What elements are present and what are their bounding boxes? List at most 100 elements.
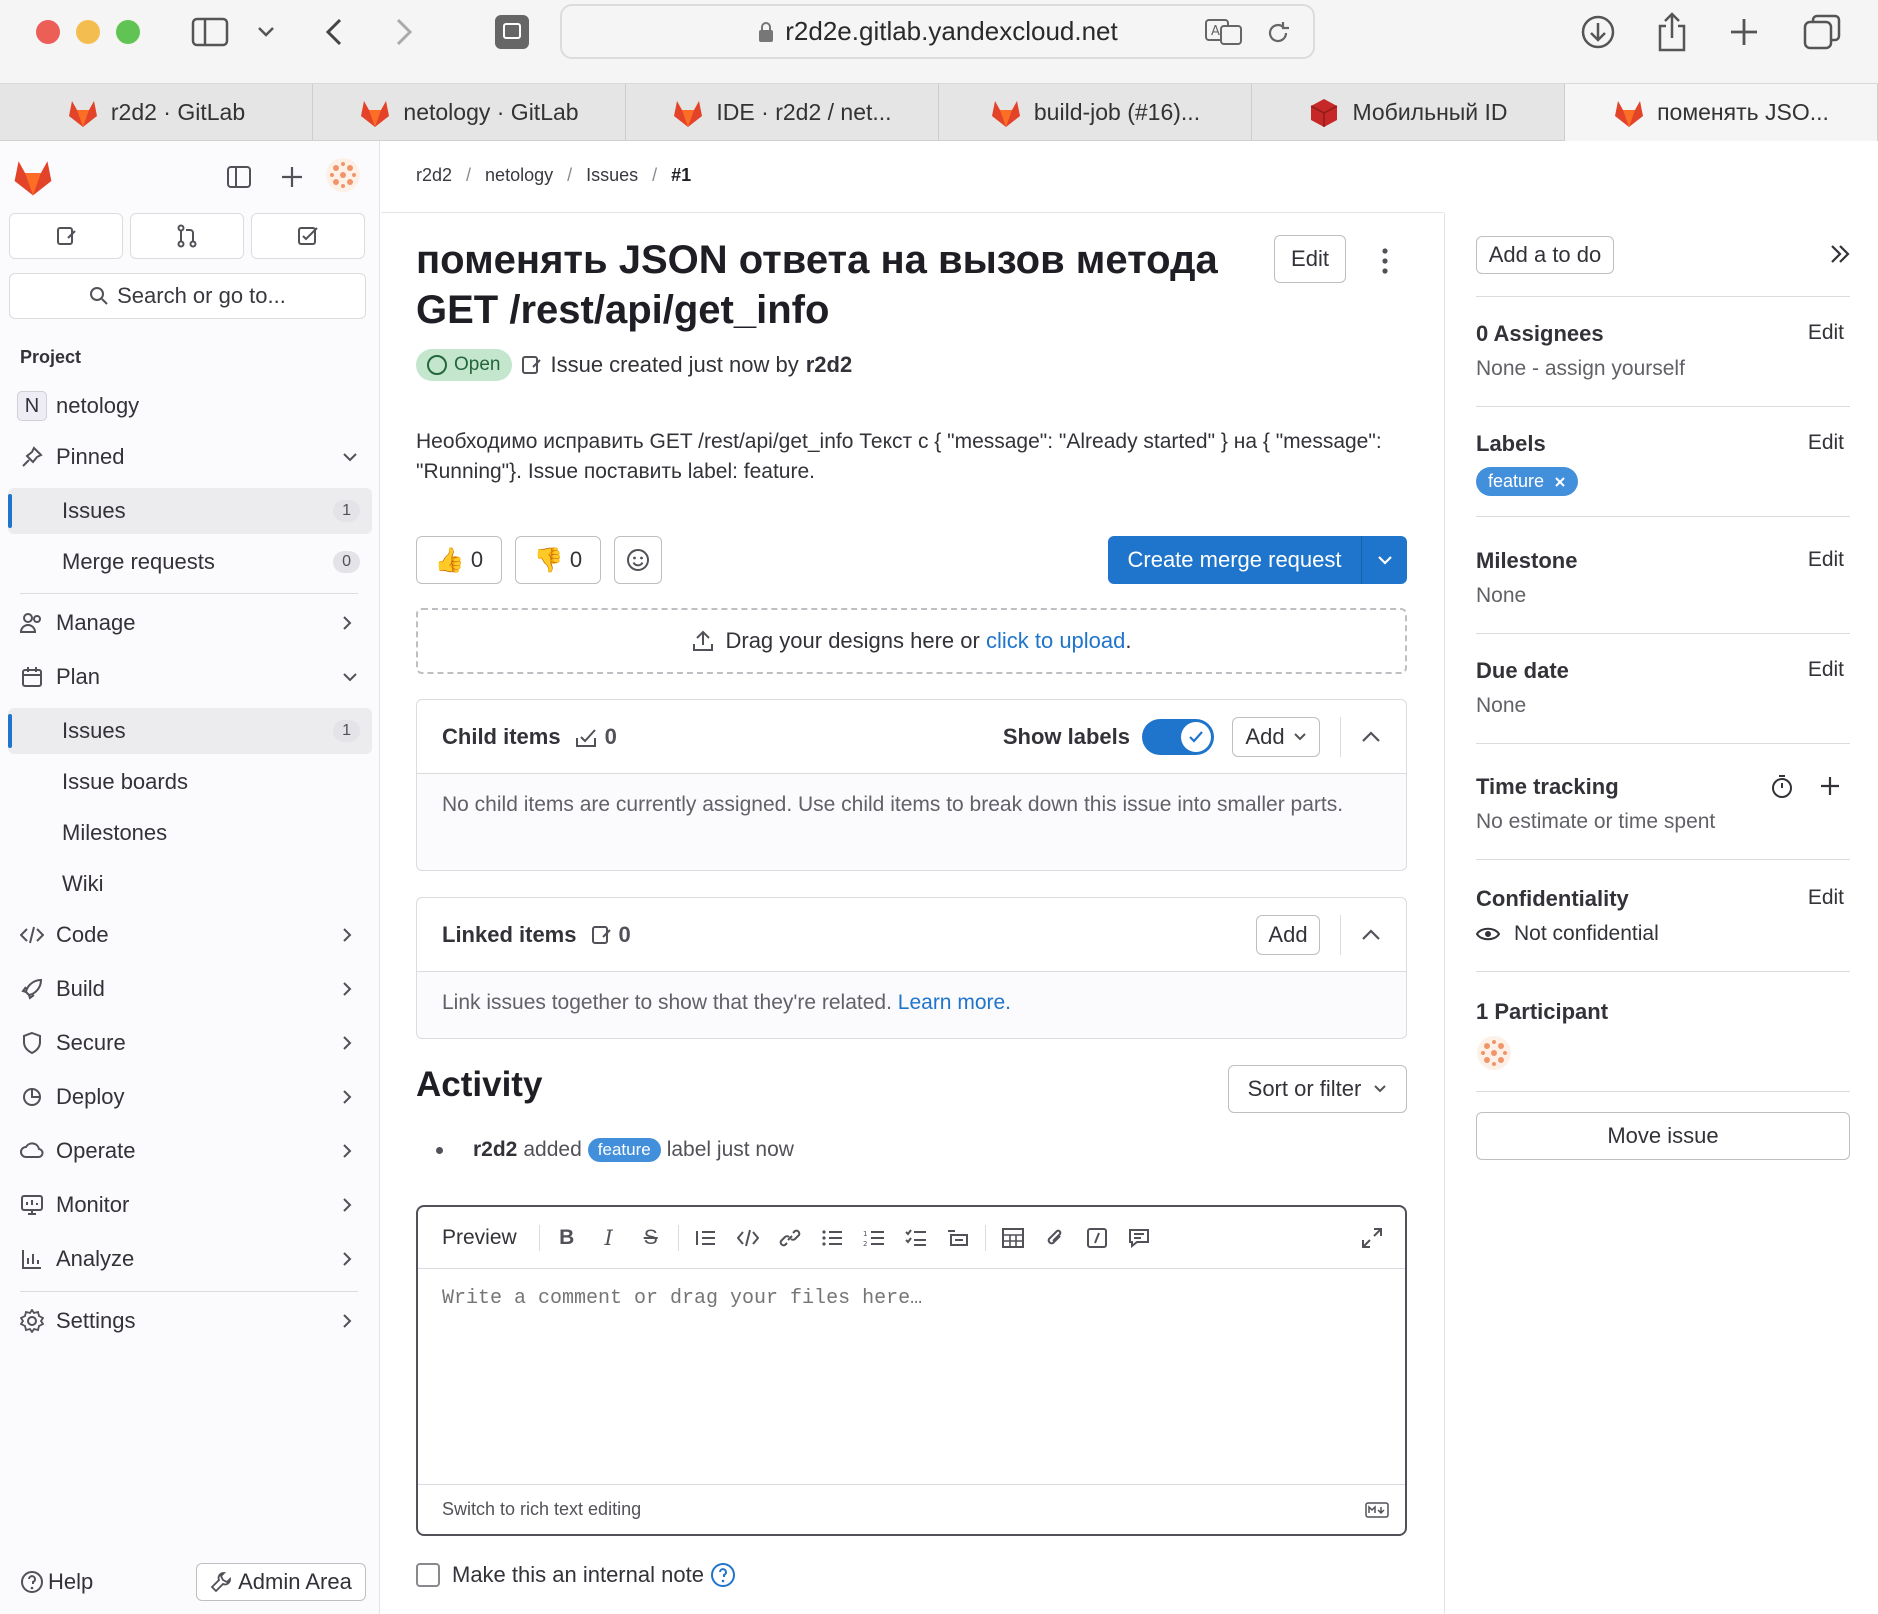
strikethrough-icon[interactable]: S xyxy=(630,1218,672,1258)
sidebar-item-milestones[interactable]: Milestones xyxy=(8,810,372,856)
help-icon[interactable] xyxy=(710,1562,736,1588)
more-actions-icon[interactable] xyxy=(1370,241,1400,281)
stopwatch-icon[interactable] xyxy=(1770,774,1794,800)
breadcrumb-item[interactable]: netology xyxy=(485,165,553,186)
sidebar-item-issues[interactable]: Issues 1 xyxy=(8,708,372,754)
share-icon[interactable] xyxy=(1650,10,1694,54)
todo-list-button[interactable] xyxy=(251,213,365,259)
avatar[interactable] xyxy=(325,157,361,193)
chevron-down-icon[interactable] xyxy=(244,10,288,54)
label-badge[interactable]: feature xyxy=(1476,467,1579,496)
add-time-icon[interactable] xyxy=(1820,776,1840,796)
project-link[interactable]: N netology xyxy=(8,383,372,429)
pinned-section-toggle[interactable]: Pinned xyxy=(8,434,372,480)
close-icon[interactable] xyxy=(1554,476,1566,488)
forward-icon[interactable] xyxy=(382,10,426,54)
add-linked-item-button[interactable]: Add xyxy=(1256,914,1320,955)
sidebar-toggle-icon[interactable] xyxy=(188,10,232,54)
address-bar[interactable]: r2d2e.gitlab.yandexcloud.net A xyxy=(560,4,1315,59)
issue-author-link[interactable]: r2d2 xyxy=(806,352,852,378)
sidebar-item-plan[interactable]: Plan xyxy=(8,654,372,700)
breadcrumb-current[interactable]: #1 xyxy=(671,165,691,186)
attachment-icon[interactable] xyxy=(1034,1218,1076,1258)
add-child-item-button[interactable]: Add xyxy=(1232,716,1320,757)
comment-textarea[interactable] xyxy=(418,1269,1405,1483)
create-merge-request-button[interactable]: Create merge request xyxy=(1108,536,1407,584)
numbered-list-icon[interactable]: 12 xyxy=(853,1218,895,1258)
browser-tab[interactable]: Мобильный ID xyxy=(1252,84,1565,141)
edit-assignees-button[interactable]: Edit xyxy=(1808,321,1844,345)
help-button[interactable]: Help xyxy=(20,1569,93,1595)
sidebar-item-code[interactable]: Code xyxy=(8,912,372,958)
chevron-up-icon[interactable] xyxy=(1361,928,1381,941)
search-input[interactable]: Search or go to... xyxy=(9,273,366,319)
edit-due-date-button[interactable]: Edit xyxy=(1808,658,1844,682)
sort-filter-dropdown[interactable]: Sort or filter xyxy=(1228,1065,1407,1113)
sidebar-item-deploy[interactable]: Deploy xyxy=(8,1074,372,1120)
create-new-icon[interactable] xyxy=(280,165,304,189)
browser-tab-active[interactable]: поменять JSO... xyxy=(1565,84,1878,141)
table-icon[interactable] xyxy=(992,1218,1034,1258)
breadcrumb-item[interactable]: r2d2 xyxy=(416,165,452,186)
edit-labels-button[interactable]: Edit xyxy=(1808,431,1844,455)
chevron-up-icon[interactable] xyxy=(1361,730,1381,743)
breadcrumb-item[interactable]: Issues xyxy=(586,165,638,186)
close-window-button[interactable] xyxy=(36,20,60,44)
task-list-icon[interactable] xyxy=(895,1218,937,1258)
switch-rich-text-link[interactable]: Switch to rich text editing xyxy=(442,1499,641,1520)
bold-icon[interactable]: B xyxy=(546,1218,588,1258)
thumbs-down-button[interactable]: 👎 0 xyxy=(515,536,601,584)
reload-icon[interactable] xyxy=(1265,20,1291,46)
sidebar-item-manage[interactable]: Manage xyxy=(8,600,372,646)
sidebar-item-wiki[interactable]: Wiki xyxy=(8,861,372,907)
sidebar-item-pinned-issues[interactable]: Issues 1 xyxy=(8,488,372,534)
internal-note-checkbox[interactable] xyxy=(416,1563,440,1587)
design-upload-dropzone[interactable]: Drag your designs here or click to uploa… xyxy=(416,608,1407,674)
add-reaction-button[interactable] xyxy=(614,536,662,584)
collapsible-icon[interactable] xyxy=(937,1218,979,1258)
translate-icon[interactable]: A xyxy=(1205,18,1243,46)
bullet-list-icon[interactable] xyxy=(811,1218,853,1258)
back-icon[interactable] xyxy=(312,10,356,54)
download-icon[interactable] xyxy=(1576,10,1620,54)
collapse-sidebar-icon[interactable] xyxy=(1829,243,1851,265)
click-to-upload-link[interactable]: click to upload xyxy=(986,628,1125,654)
link-icon[interactable] xyxy=(769,1218,811,1258)
italic-icon[interactable]: I xyxy=(588,1218,630,1258)
collapse-sidebar-icon[interactable] xyxy=(226,165,252,189)
sidebar-item-secure[interactable]: Secure xyxy=(8,1020,372,1066)
learn-more-link[interactable]: Learn more. xyxy=(898,991,1011,1014)
tab-overview-icon[interactable] xyxy=(1800,10,1844,54)
browser-tab[interactable]: IDE · r2d2 / net... xyxy=(626,84,939,141)
new-tab-icon[interactable] xyxy=(1722,10,1766,54)
browser-tab[interactable]: r2d2 · GitLab xyxy=(0,84,313,141)
sidebar-item-settings[interactable]: Settings xyxy=(8,1298,372,1344)
gitlab-logo-icon[interactable] xyxy=(12,157,54,197)
fullscreen-icon[interactable] xyxy=(1351,1218,1393,1258)
browser-tab[interactable]: netology · GitLab xyxy=(313,84,626,141)
minimize-window-button[interactable] xyxy=(76,20,100,44)
show-labels-toggle[interactable] xyxy=(1142,718,1214,755)
assign-yourself-link[interactable]: None - assign yourself xyxy=(1476,357,1850,381)
quote-icon[interactable] xyxy=(685,1218,727,1258)
move-issue-button[interactable]: Move issue xyxy=(1476,1112,1850,1160)
sidebar-item-operate[interactable]: Operate xyxy=(8,1128,372,1174)
avatar[interactable] xyxy=(1476,1035,1850,1071)
edit-milestone-button[interactable]: Edit xyxy=(1808,548,1844,572)
comment-template-icon[interactable] xyxy=(1118,1218,1160,1258)
sidebar-item-build[interactable]: Build xyxy=(8,966,372,1012)
thumbs-up-button[interactable]: 👍 0 xyxy=(416,536,502,584)
slash-command-icon[interactable] xyxy=(1076,1218,1118,1258)
add-todo-button[interactable]: Add a to do xyxy=(1476,236,1614,274)
chevron-down-icon[interactable] xyxy=(1361,536,1407,584)
code-icon[interactable] xyxy=(727,1218,769,1258)
note-author-link[interactable]: r2d2 xyxy=(473,1138,517,1162)
preview-tab[interactable]: Preview xyxy=(442,1226,517,1250)
sidebar-item-monitor[interactable]: Monitor xyxy=(8,1182,372,1228)
browser-tab[interactable]: build-job (#16)... xyxy=(939,84,1252,141)
admin-area-button[interactable]: Admin Area xyxy=(196,1563,366,1601)
sidebar-item-issue-boards[interactable]: Issue boards xyxy=(8,759,372,805)
sidebar-item-analyze[interactable]: Analyze xyxy=(8,1236,372,1282)
sidebar-item-merge-requests[interactable]: Merge requests 0 xyxy=(8,539,372,585)
extension-icon[interactable] xyxy=(490,10,534,54)
